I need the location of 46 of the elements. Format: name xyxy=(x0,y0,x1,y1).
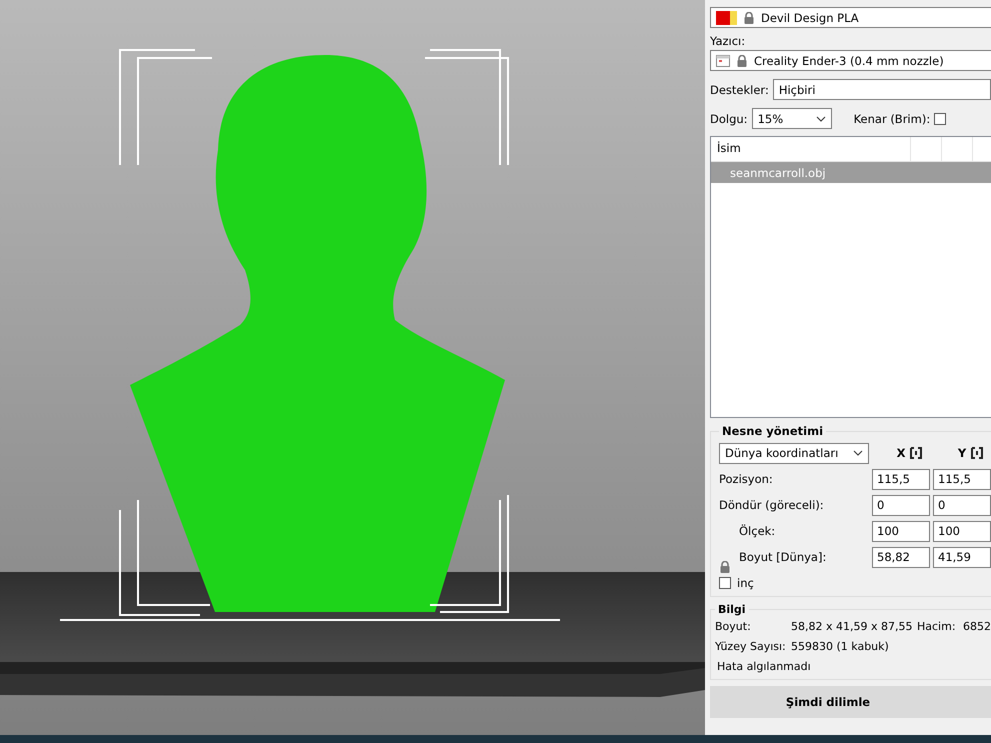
supports-label: Destekler: xyxy=(710,82,769,96)
group-title: Nesne yönetimi xyxy=(721,424,824,438)
filament-dropdown[interactable]: Devil Design PLA xyxy=(710,7,991,28)
printer-dropdown[interactable]: Creality Ender-3 (0.4 mm nozzle) xyxy=(710,50,991,71)
faces-label: Yüzey Sayısı: xyxy=(715,640,787,652)
brim-label: Kenar (Brim): xyxy=(854,112,930,126)
number-field[interactable]: 0 xyxy=(933,494,991,516)
property-label: Boyut [Dünya]: xyxy=(738,550,828,564)
filament-color-icon xyxy=(716,10,737,24)
faces-value: 559830 (1 kabuk) xyxy=(791,640,889,652)
slice-now-button[interactable]: Şimdi dilimle xyxy=(710,686,991,718)
axis-label: X xyxy=(896,446,906,460)
3d-viewport[interactable] xyxy=(0,0,705,735)
infill-dropdown[interactable]: 15% xyxy=(752,108,832,129)
property-label: Ölçek: xyxy=(738,524,776,538)
inches-checkbox[interactable] xyxy=(719,577,731,589)
property-label: Pozisyon: xyxy=(719,472,774,486)
brim-checkbox[interactable] xyxy=(934,112,946,124)
chevron-down-icon xyxy=(853,450,863,456)
property-label: Döndür (göreceli): xyxy=(719,498,825,512)
chevron-down-icon xyxy=(816,116,826,122)
error-status: Hata algılanmadı xyxy=(716,658,812,674)
size-value: 58,82 x 41,59 x 87,55 xyxy=(791,620,914,632)
supports-dropdown[interactable]: Hiçbiri xyxy=(772,79,991,100)
number-field[interactable]: 58,82 xyxy=(872,546,930,568)
object-name: seanmcarroll.obj xyxy=(729,166,827,180)
number-field[interactable]: 100 xyxy=(933,520,991,542)
coordinate-system-dropdown[interactable]: Dünya koordinatları xyxy=(719,442,869,464)
number-field[interactable]: 115,5 xyxy=(872,468,930,490)
lock-icon xyxy=(744,12,754,24)
number-field[interactable]: 115,5 xyxy=(933,468,991,490)
lock-icon[interactable] xyxy=(720,561,730,573)
column-header[interactable]: İsim xyxy=(711,137,911,161)
printer-label: Yazıcı: xyxy=(710,34,746,48)
infill-label: Dolgu: xyxy=(710,112,748,126)
group-title: Bilgi xyxy=(717,603,747,616)
size-label: Boyut: xyxy=(715,620,752,632)
number-field[interactable]: 100 xyxy=(872,520,930,542)
volume-label: Hacim: xyxy=(917,620,957,632)
printer-icon xyxy=(716,54,730,66)
lock-icon xyxy=(737,54,747,66)
volume-value: 6852 xyxy=(963,620,991,632)
axis-label: Y xyxy=(958,446,966,460)
inches-label: inç xyxy=(737,576,754,590)
number-field[interactable]: 41,59 xyxy=(933,546,991,568)
number-field[interactable]: 0 xyxy=(872,494,930,516)
